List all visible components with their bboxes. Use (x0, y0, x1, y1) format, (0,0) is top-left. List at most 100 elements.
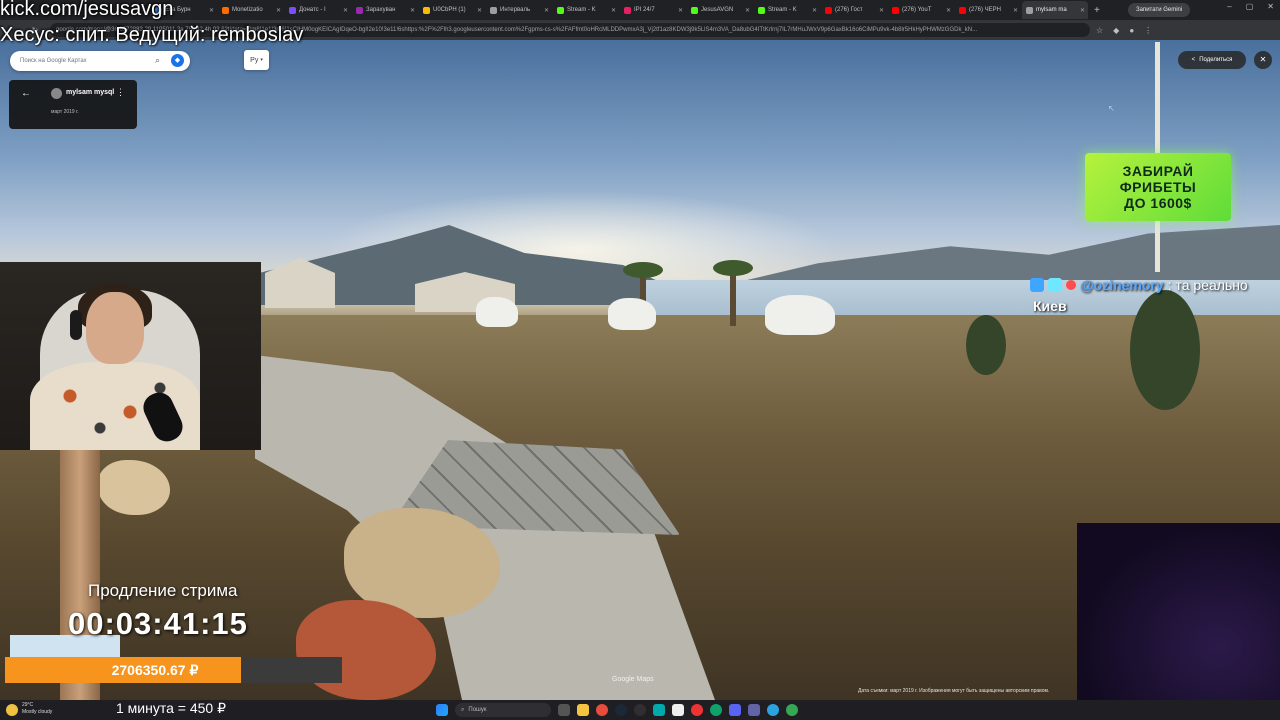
tab-close-icon[interactable]: ✕ (879, 7, 884, 14)
maps-search-input[interactable]: Поиск на Google Картах ⌕ ◆ (10, 51, 190, 71)
more-vert-icon[interactable]: ⋮ (116, 87, 125, 98)
browser-tab[interactable]: Stream - K ✕ (553, 1, 619, 19)
menu-icon[interactable]: ⋮ (1144, 26, 1152, 35)
browser-tab[interactable]: (276) Гост ✕ (821, 1, 887, 19)
bonsai-tree-2 (966, 315, 1006, 375)
gemini-button[interactable]: Запитати Gemini (1128, 3, 1191, 17)
tab-label: Зарахуван (366, 7, 396, 13)
close-window-icon[interactable]: ✕ (1267, 2, 1274, 11)
tab-close-icon[interactable]: ✕ (276, 7, 281, 14)
chrome-icon-2[interactable] (786, 704, 798, 716)
cursor-icon: ↖ (1108, 104, 1115, 113)
share-icon: < (1191, 57, 1196, 63)
browser-tab[interactable]: Stream - K ✕ (754, 1, 820, 19)
minimize-icon[interactable]: – (1227, 2, 1231, 11)
weather-icon[interactable] (6, 704, 18, 716)
tab-close-icon[interactable]: ✕ (745, 7, 750, 14)
bookmark-star-icon[interactable]: ☆ (1096, 26, 1103, 35)
browser-tab[interactable]: (276) ЧЕРН ✕ (955, 1, 1021, 19)
tab-label: JesusAVGN (701, 7, 734, 13)
extension-icon[interactable]: ◆ (1113, 26, 1119, 35)
horse-statue-3 (765, 295, 835, 335)
chat-username-tail: Киев (1033, 298, 1067, 314)
tab-label: IPI 24/7 (634, 7, 655, 13)
browser-tab[interactable]: Зарахуван ✕ (352, 1, 418, 19)
taskbar-search-label: Пошук (468, 707, 487, 713)
tab-close-icon[interactable]: ✕ (946, 7, 951, 14)
imagery-footer: Дата съемки: март 2019 г. Изображения мо… (858, 688, 1050, 694)
extend-timer: 00:03:41:15 (68, 606, 248, 641)
extend-stream-label: Продление стрима (88, 581, 238, 600)
file-explorer-icon[interactable] (577, 704, 589, 716)
obs-icon[interactable] (634, 704, 646, 716)
tab-favicon-icon (557, 6, 564, 14)
window-controls: – ▢ ✕ (1227, 2, 1274, 11)
browser-tab[interactable]: U0CbPH (1) ✕ (419, 1, 485, 19)
taskbar-search[interactable]: ⌕ Пошук (455, 703, 551, 717)
tab-close-icon[interactable]: ✕ (343, 7, 348, 14)
donation-progress-bar: 2706350.67 ₽ (5, 657, 342, 683)
chat-badge-icon-3 (1066, 280, 1076, 290)
browser-tab[interactable]: mylsam ma ✕ (1022, 1, 1088, 19)
ad-line-1: ЗАБИРАЙ (1122, 163, 1194, 179)
screen: Ева Бурн ✕ Monetizatio ✕ Донатс - I ✕ Зарахува… (0, 0, 1280, 720)
horse-statue-2 (608, 298, 656, 330)
share-button[interactable]: < Поделиться (1178, 51, 1246, 69)
tab-close-icon[interactable]: ✕ (611, 7, 616, 14)
avatar (51, 88, 62, 99)
tab-close-icon[interactable]: ✕ (678, 7, 683, 14)
profile-icon[interactable]: ● (1129, 26, 1134, 35)
tab-close-icon[interactable]: ✕ (410, 7, 415, 14)
tab-favicon-icon (423, 6, 430, 14)
google-maps-watermark: Google Maps (612, 676, 654, 683)
place-date: март 2019 г. (51, 109, 79, 115)
notion-icon[interactable] (672, 704, 684, 716)
start-icon[interactable] (436, 704, 448, 716)
arrow-left-icon[interactable]: ← (21, 88, 31, 99)
tab-close-icon[interactable]: ✕ (1080, 7, 1085, 14)
task-view-icon[interactable] (558, 704, 570, 716)
chrome-icon[interactable] (596, 704, 608, 716)
tab-favicon-icon (222, 6, 229, 14)
chat-text: : та реально (1167, 277, 1248, 293)
discord-icon[interactable] (729, 704, 741, 716)
app-icon[interactable] (653, 704, 665, 716)
tab-label: mylsam ma (1036, 7, 1067, 13)
chat-message: @ozinemory : та реально (1030, 274, 1248, 296)
tab-favicon-icon (691, 6, 698, 14)
tab-favicon-icon (624, 6, 631, 14)
language-button[interactable]: Ру ▾ (244, 50, 269, 70)
search-placeholder: Поиск на Google Картах (20, 58, 87, 64)
palm-crown (623, 262, 663, 278)
tab-close-icon[interactable]: ✕ (812, 7, 817, 14)
maximize-icon[interactable]: ▢ (1246, 2, 1254, 11)
language-label: Ру (250, 56, 259, 64)
freebet-ad-banner: ЗАБИРАЙ ФРИБЕТЫ ДО 1600$ (1085, 153, 1231, 221)
browser-tab[interactable]: Донатс - I ✕ (285, 1, 351, 19)
browser-tab[interactable]: JesusAVGN ✕ (687, 1, 753, 19)
directions-icon[interactable]: ◆ (171, 54, 184, 67)
close-icon[interactable]: ✕ (1254, 51, 1272, 69)
browser-tab[interactable]: IPI 24/7 ✕ (620, 1, 686, 19)
steam-icon[interactable] (615, 704, 627, 716)
tab-label: Stream - K (567, 7, 596, 13)
taskbar-apps: ⌕ Пошук (436, 703, 798, 717)
new-tab-button[interactable]: + (1094, 5, 1108, 16)
tab-favicon-icon (758, 6, 765, 14)
browser-tab[interactable]: (276) YouT ✕ (888, 1, 954, 19)
teams-icon[interactable] (748, 704, 760, 716)
edge-icon[interactable] (710, 704, 722, 716)
tab-label: U0CbPH (1) (433, 7, 466, 13)
tab-close-icon[interactable]: ✕ (477, 7, 482, 14)
overlay-panel (1077, 523, 1280, 700)
search-icon[interactable]: ⌕ (155, 55, 160, 66)
tab-close-icon[interactable]: ✕ (209, 7, 214, 14)
tab-close-icon[interactable]: ✕ (1013, 7, 1018, 14)
browser-tab[interactable]: Интерваль ✕ (486, 1, 552, 19)
browser-tab[interactable]: Monetizatio ✕ (218, 1, 284, 19)
telegram-icon[interactable] (767, 704, 779, 716)
place-name[interactable]: mylsam mysql (66, 89, 114, 96)
record-icon[interactable] (691, 704, 703, 716)
tab-close-icon[interactable]: ✕ (544, 7, 549, 14)
weather-widget[interactable]: 29°C Mostly cloudy (22, 702, 52, 716)
